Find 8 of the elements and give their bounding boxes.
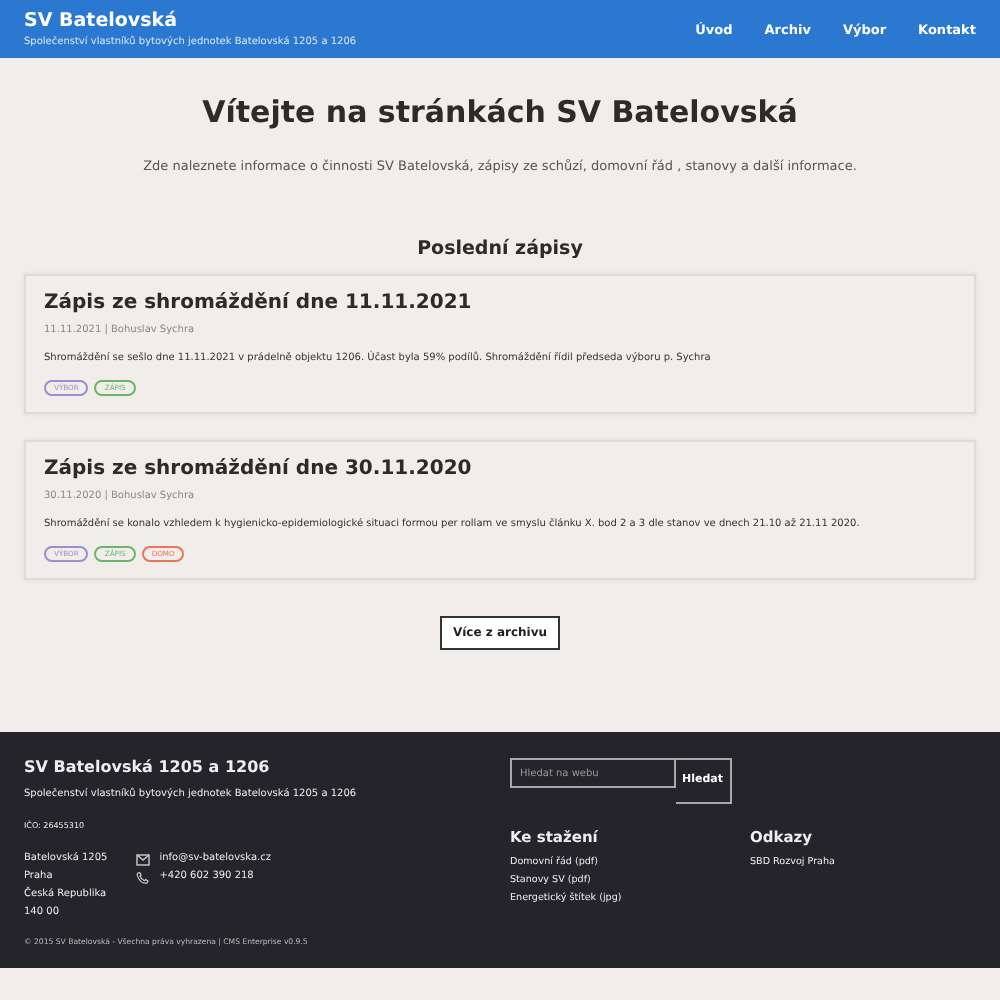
page-heading: Vítejte na stránkách SV Batelovská xyxy=(200,94,800,130)
post-title[interactable]: Zápis ze shromáždění dne 11.11.2021 xyxy=(44,292,956,314)
site-title[interactable]: SV Batelovská xyxy=(24,10,357,32)
phone-icon xyxy=(135,871,150,883)
footer-title: SV Batelovská 1205 a 1206 xyxy=(24,758,272,776)
section-heading: Poslední zápisy xyxy=(415,238,585,260)
post-title[interactable]: Zápis ze shromáždění dne 30.11.2020 xyxy=(44,458,956,480)
mail-icon xyxy=(135,853,150,865)
